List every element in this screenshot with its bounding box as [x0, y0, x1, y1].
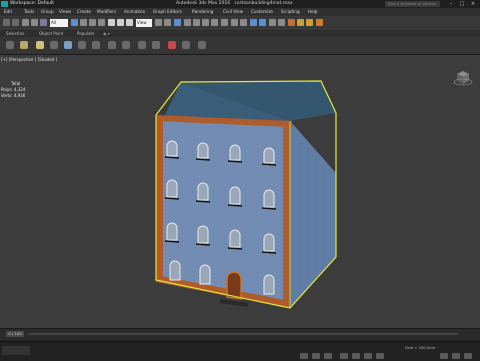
building-side-wall	[290, 121, 336, 308]
orbit-icon[interactable]	[452, 353, 460, 359]
minimize-icon[interactable]: –	[447, 1, 455, 7]
ribbon-tool-11-icon[interactable]	[152, 41, 160, 49]
spinner-snap-icon[interactable]	[211, 19, 218, 26]
ribbon-tool-13-icon[interactable]	[182, 41, 190, 49]
perspective-viewport[interactable]: [+] [Perspective ] [Shaded ] Total Polys…	[0, 55, 480, 328]
layer-explorer-icon[interactable]	[250, 19, 257, 26]
snaps-toggle-icon[interactable]	[184, 19, 191, 26]
schematic-view-icon[interactable]	[278, 19, 285, 26]
zoom-icon[interactable]	[440, 353, 448, 359]
ribbon-tool-4-icon[interactable]	[50, 41, 58, 49]
menu-scripting[interactable]: Scripting	[281, 8, 300, 16]
door-steps	[220, 299, 248, 307]
maximize-viewport-icon[interactable]	[464, 353, 472, 359]
material-editor-icon[interactable]	[288, 19, 295, 26]
menu-tools[interactable]: Tools	[24, 8, 34, 16]
ribbon-tool-8-icon[interactable]	[108, 41, 116, 49]
grid-size: Grid = 100,0cm	[405, 345, 436, 350]
ribbon-tool-14-icon[interactable]	[198, 41, 206, 49]
app-title: Autodesk 3ds Max 2016	[176, 1, 231, 6]
scale-icon[interactable]	[126, 19, 133, 26]
menu-civil-view[interactable]: Civil View	[223, 8, 243, 16]
ribbon-tool-3-icon[interactable]	[36, 41, 44, 49]
workspace-dropdown[interactable]: Workspace: Default	[10, 0, 54, 8]
unlink-icon[interactable]	[31, 19, 38, 26]
menu-animation[interactable]: Animation	[124, 8, 145, 16]
menu-customize[interactable]: Customize	[251, 8, 273, 16]
render-production-icon[interactable]	[316, 19, 323, 26]
align-icon[interactable]	[240, 19, 247, 26]
pivot-center-icon[interactable]	[155, 19, 162, 26]
ribbon-tool-10-icon[interactable]	[138, 41, 146, 49]
menu-views[interactable]: Views	[59, 8, 71, 16]
window-crossing-icon[interactable]	[98, 19, 105, 26]
title-bar: Workspace: Default Autodesk 3ds Max 2016…	[0, 0, 480, 8]
window-title: Autodesk 3ds Max 2016 cartoonbuilding4ma…	[176, 0, 293, 8]
redo-icon[interactable]	[12, 19, 19, 26]
next-frame-icon[interactable]	[376, 353, 384, 359]
menu-bar: Edit Tools Group Views Create Modifiers …	[0, 8, 480, 16]
move-icon[interactable]	[108, 19, 115, 26]
ribbon-tool-12-icon[interactable]	[168, 41, 176, 49]
ribbon-tool-7-icon[interactable]	[92, 41, 100, 49]
app-logo-icon[interactable]	[1, 1, 8, 7]
time-slider[interactable]: 0 / 100	[6, 331, 24, 337]
toggle-ribbon-icon[interactable]	[259, 19, 266, 26]
menu-rendering[interactable]: Rendering	[192, 8, 213, 16]
percent-snap-icon[interactable]	[202, 19, 209, 26]
named-selection-sets-icon[interactable]	[221, 19, 228, 26]
menu-create[interactable]: Create	[77, 8, 91, 16]
menu-group[interactable]: Group	[41, 8, 54, 16]
maximize-icon[interactable]: □	[458, 1, 466, 7]
link-icon[interactable]	[22, 19, 29, 26]
file-name: cartoonbuilding4mat.max	[234, 1, 293, 6]
bind-space-warp-icon[interactable]	[40, 19, 47, 26]
mirror-icon[interactable]	[231, 19, 238, 26]
ribbon-tool-2-icon[interactable]	[20, 41, 28, 49]
play-icon[interactable]	[364, 353, 372, 359]
timeline-track[interactable]	[28, 333, 458, 335]
rendered-frame-window-icon[interactable]	[306, 19, 313, 26]
select-manipulate-icon[interactable]	[164, 19, 171, 26]
selection-filter-dropdown[interactable]: All	[50, 19, 68, 27]
maxscript-listener[interactable]	[2, 346, 30, 355]
ribbon-tool-1-icon[interactable]	[6, 41, 14, 49]
main-toolbar: All View	[0, 16, 480, 31]
status-bar: Grid = 100,0cm	[0, 341, 480, 361]
angle-snap-icon[interactable]	[193, 19, 200, 26]
undo-icon[interactable]	[3, 19, 10, 26]
ribbon-tool-9-icon[interactable]	[122, 41, 130, 49]
time-slider-bar: 0 / 100	[0, 328, 480, 341]
keyboard-shortcut-override-icon[interactable]	[174, 19, 181, 26]
reference-coordinate-dropdown[interactable]: View	[136, 19, 152, 27]
tab-selection[interactable]: Selection	[6, 30, 24, 37]
rectangular-selection-icon[interactable]	[89, 19, 96, 26]
key-mode-icon[interactable]	[300, 353, 308, 359]
front-right-trim	[283, 121, 290, 308]
menu-modifiers[interactable]: Modifiers	[97, 8, 116, 16]
rotate-icon[interactable]	[117, 19, 124, 26]
previous-frame-icon[interactable]	[352, 353, 360, 359]
select-object-icon[interactable]	[71, 19, 78, 26]
search-input[interactable]: Type a keyword or phrase	[385, 1, 440, 7]
building-model[interactable]	[0, 55, 480, 328]
menu-edit[interactable]: Edit	[4, 8, 12, 16]
tab-object-paint[interactable]: Object Paint	[39, 30, 63, 37]
close-icon[interactable]: ×	[469, 1, 477, 7]
ribbon-options-icon[interactable]: ◉ ▾	[103, 30, 110, 37]
curve-editor-icon[interactable]	[269, 19, 276, 26]
front-left-trim	[156, 121, 163, 282]
menu-help[interactable]: Help	[308, 8, 318, 16]
auto-key-icon[interactable]	[312, 353, 320, 359]
menu-graph-editors[interactable]: Graph Editors	[153, 8, 182, 16]
ribbon-tool-6-icon[interactable]	[78, 41, 86, 49]
render-setup-icon[interactable]	[297, 19, 304, 26]
tab-populate[interactable]: Populate	[77, 30, 94, 37]
set-key-icon[interactable]	[324, 353, 332, 359]
select-by-name-icon[interactable]	[80, 19, 87, 26]
ribbon-tool-5-icon[interactable]	[64, 41, 72, 49]
go-to-start-icon[interactable]	[340, 353, 348, 359]
ribbon-tabs: Selection Object Paint Populate ◉ ▾	[0, 30, 480, 37]
ribbon-panel	[0, 37, 480, 55]
